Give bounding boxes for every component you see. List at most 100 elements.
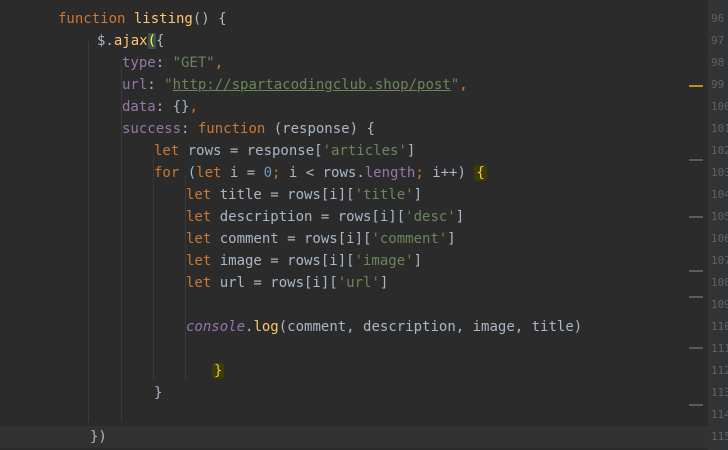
line-number: 111 (711, 342, 728, 355)
code-editor[interactable]: function listing() {$.ajax({type: "GET",… (0, 0, 708, 450)
code-line[interactable]: let url = rows[i]['url'] (0, 272, 388, 294)
line-number: 115 (711, 430, 728, 443)
code-line[interactable]: data: {}, (0, 96, 198, 118)
code-token: 'title' (354, 187, 414, 203)
code-token: { (474, 165, 487, 181)
code-token: image = rows[i][ (219, 253, 355, 269)
warning-marker[interactable] (689, 85, 703, 87)
code-token: ajax (113, 33, 148, 49)
code-line[interactable]: let rows = response['articles'] (0, 140, 415, 162)
info-marker[interactable] (689, 347, 703, 349)
code-token: log (253, 319, 279, 335)
info-marker[interactable] (689, 296, 703, 298)
code-token: function (197, 121, 274, 137)
code-token: ; (415, 165, 433, 181)
code-line[interactable]: type: "GET", (0, 52, 223, 74)
code-token: $. (97, 33, 114, 49)
code-token: for (154, 165, 188, 181)
line-number: 105 (711, 210, 728, 223)
code-token: i = (229, 165, 264, 181)
code-token: ] (379, 275, 389, 291)
code-line[interactable]: let title = rows[i]['title'] (0, 184, 422, 206)
code-token: ] (413, 253, 423, 269)
code-token: ] (413, 187, 423, 203)
line-number: 102 (711, 144, 728, 157)
line-number: 97 (711, 34, 725, 47)
code-line[interactable]: let comment = rows[i]['comment'] (0, 228, 456, 250)
code-token: " (164, 77, 173, 93)
code-token: let (186, 209, 220, 225)
code-token: function (58, 11, 134, 27)
code-token: let (154, 143, 188, 159)
code-token: let (186, 275, 220, 291)
code-line[interactable]: url: "http://spartacodingclub.shop/post"… (0, 74, 468, 96)
code-line[interactable] (0, 338, 186, 360)
code-line[interactable] (0, 404, 154, 426)
code-line[interactable]: } (0, 382, 162, 404)
info-marker[interactable] (689, 159, 703, 161)
line-number: 107 (711, 254, 728, 267)
code-token: url = rows[i][ (219, 275, 338, 291)
line-number: 114 (711, 408, 728, 421)
code-token: let (186, 253, 220, 269)
code-token: "GET" (172, 55, 215, 71)
code-token: }) (90, 429, 107, 445)
line-number: 98 (711, 56, 725, 69)
code-token: } (212, 363, 225, 379)
code-token: (response) { (273, 121, 375, 137)
line-number: 101 (711, 122, 728, 135)
line-number: 100 (711, 100, 728, 113)
code-token: description = rows[i][ (219, 209, 406, 225)
code-line[interactable]: console.log(comment, description, image,… (0, 316, 582, 338)
code-line[interactable]: for (let i = 0; i < rows.length; i++) { (0, 162, 487, 184)
code-token: ; (272, 165, 289, 181)
line-number: 96 (711, 12, 725, 25)
code-token: ] (455, 209, 465, 225)
code-line[interactable] (0, 294, 186, 316)
code-token: i++) (432, 165, 475, 181)
code-line[interactable]: let image = rows[i]['image'] (0, 250, 422, 272)
code-token: : (155, 55, 173, 71)
code-token: : (147, 77, 165, 93)
info-marker[interactable] (689, 270, 703, 272)
line-number: 103 (711, 166, 728, 179)
code-token: 0 (263, 165, 273, 181)
code-token: : (181, 121, 198, 137)
line-number: 110 (711, 320, 728, 333)
code-line[interactable]: }) (0, 426, 708, 448)
code-token: 'comment' (371, 231, 448, 247)
code-token: ( (147, 33, 157, 49)
code-token: () { (192, 11, 227, 27)
line-number: 113 (711, 386, 728, 399)
code-line[interactable]: success: function (response) { (0, 118, 375, 140)
code-token: 'articles' (322, 143, 407, 159)
info-marker[interactable] (689, 216, 703, 218)
code-line[interactable]: $.ajax({ (0, 30, 164, 52)
line-number: 109 (711, 298, 728, 311)
line-number: 108 (711, 276, 728, 289)
code-token: type (122, 55, 156, 71)
code-token: (comment, description, image, title) (278, 319, 583, 335)
code-token: let (186, 231, 220, 247)
code-token: success (122, 121, 182, 137)
code-line[interactable]: function listing() { (0, 8, 227, 30)
code-token: , (459, 77, 468, 93)
code-token: 'image' (354, 253, 414, 269)
code-token: , (189, 99, 198, 115)
code-token: let (186, 187, 220, 203)
code-token: title = rows[i][ (219, 187, 355, 203)
line-number-gutter: 96 97 98 99 100 101 102 103 104 105 106 107 108 109 11… (708, 0, 728, 450)
code-line[interactable]: let description = rows[i]['desc'] (0, 206, 464, 228)
code-token: " (450, 77, 460, 93)
code-token: , (214, 55, 224, 71)
code-token: let (196, 165, 230, 181)
code-token: rows = response[ (187, 143, 323, 159)
info-marker[interactable] (689, 404, 703, 406)
code-token: ] (406, 143, 416, 159)
line-number: 106 (711, 232, 728, 245)
code-token: : {} (155, 99, 190, 115)
line-number: 99 (711, 78, 725, 91)
code-line[interactable]: } (0, 360, 225, 382)
code-token: console (186, 319, 246, 335)
code-token: ( (187, 165, 197, 181)
